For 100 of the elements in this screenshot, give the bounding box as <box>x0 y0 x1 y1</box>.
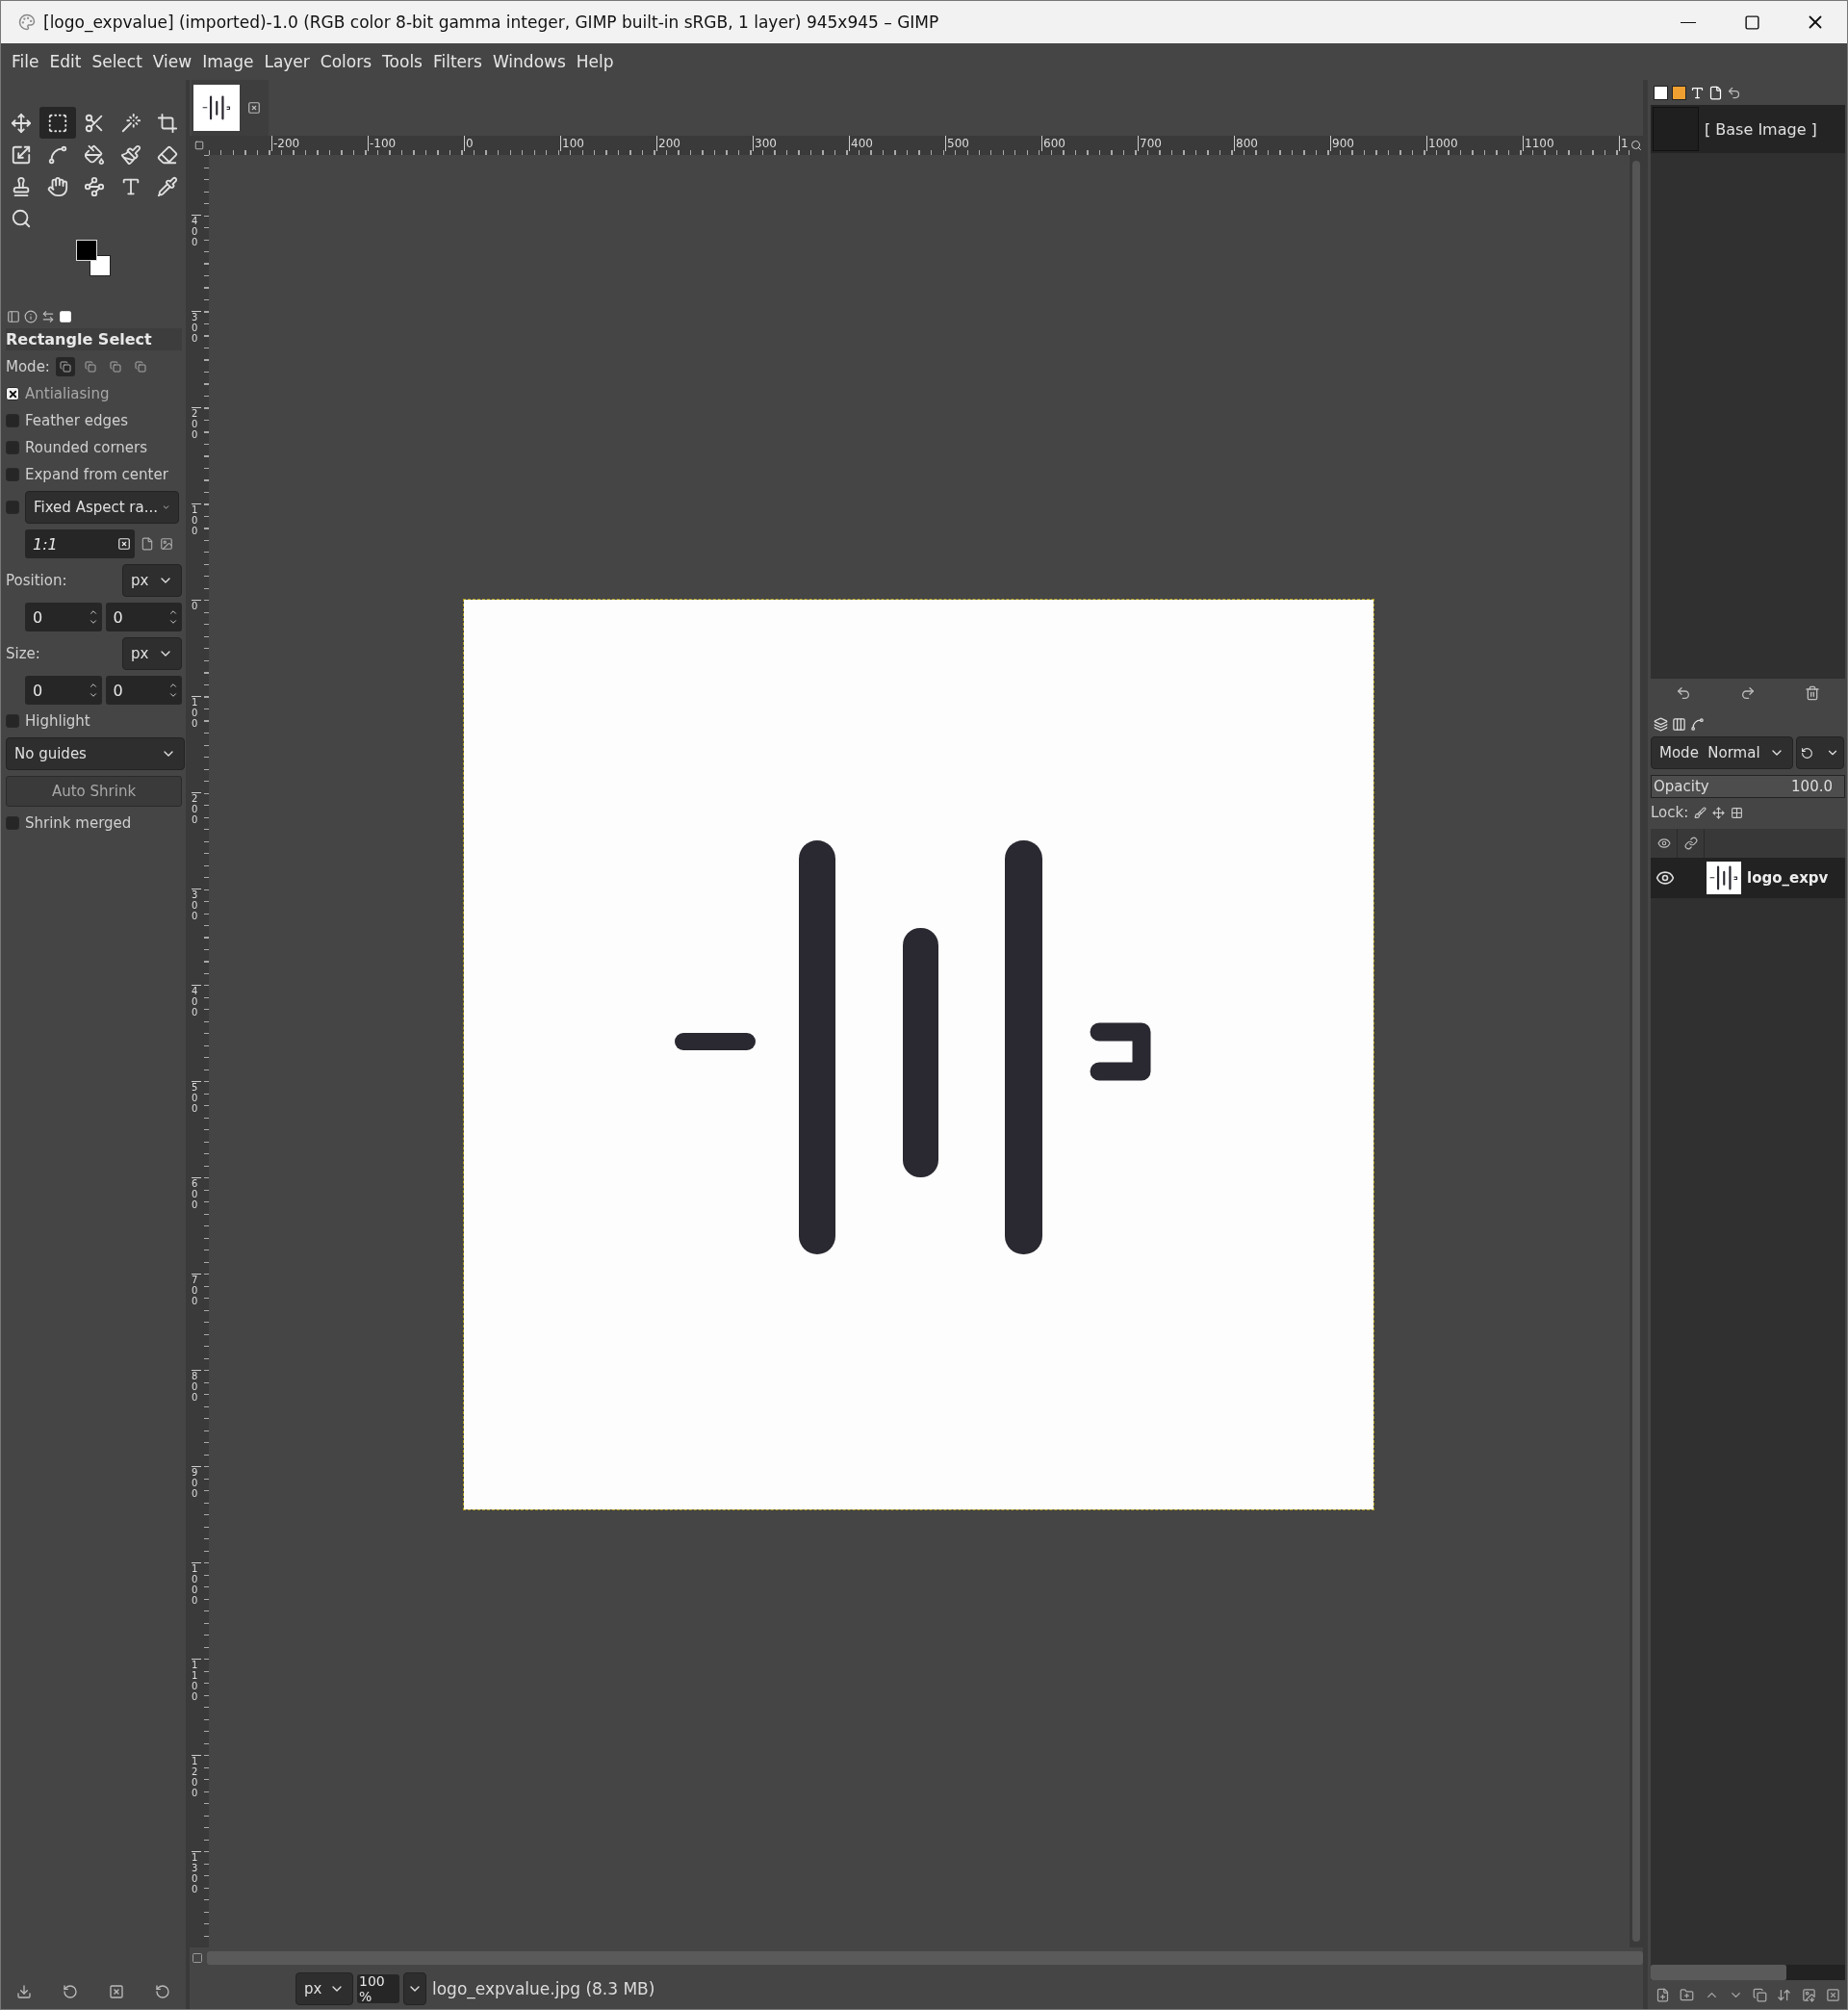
font-tab-icon <box>1690 85 1705 100</box>
lock-label: Lock: <box>1651 804 1689 821</box>
ruler-label: 400 <box>192 985 201 1018</box>
zoom-icon <box>11 207 32 229</box>
reset-icon <box>155 1984 170 1999</box>
composite-dropdown[interactable] <box>1796 736 1844 769</box>
option-label: Rounded corners <box>25 439 148 456</box>
unit-dropdown[interactable]: px <box>122 564 182 597</box>
checkbox[interactable] <box>6 441 19 454</box>
background-color-swatch[interactable] <box>90 255 111 276</box>
image-canvas[interactable] <box>464 600 1373 1509</box>
paths-tab-icon <box>1690 716 1705 732</box>
logo-thumbnail-icon <box>1709 865 1738 890</box>
mode-icon <box>59 361 71 373</box>
checkbox[interactable] <box>6 414 19 427</box>
layers-tab-icon <box>1654 716 1668 732</box>
image-tab[interactable] <box>192 80 269 136</box>
spin-down-icon <box>88 690 98 700</box>
quick-mask-icon <box>194 141 204 150</box>
unit-dropdown[interactable]: px <box>295 1972 353 2005</box>
number-field[interactable]: 0 <box>105 676 182 705</box>
menu-item[interactable]: File <box>7 52 44 71</box>
number-field[interactable]: 0 <box>25 603 102 631</box>
dock-scrollbar[interactable] <box>1651 1965 1787 1980</box>
paintbrush-icon <box>120 143 141 166</box>
info-icon <box>24 310 38 323</box>
menu-item[interactable]: Help <box>571 52 619 71</box>
menu-item[interactable]: View <box>147 52 197 71</box>
ruler-label: 300 <box>753 136 777 151</box>
path-nodes-icon <box>84 175 105 197</box>
undo-icon <box>1675 685 1691 701</box>
spin-down-icon <box>168 617 178 627</box>
undo-tab-icon <box>41 310 55 323</box>
ruler-label: 0 <box>464 136 474 151</box>
clear-icon <box>117 537 131 551</box>
ruler-label: 600 <box>1041 136 1065 151</box>
vertical-scrollbar[interactable] <box>1630 155 1643 1947</box>
ruler-label: 1000 <box>192 1562 201 1606</box>
horizontal-scrollbar[interactable] <box>207 1951 1643 1965</box>
menu-item[interactable]: Tools <box>377 52 427 71</box>
chain-icon <box>1683 837 1698 850</box>
ruler-label: 100 <box>192 503 201 536</box>
aspect-dropdown[interactable]: Fixed Aspect ra... <box>25 491 179 524</box>
menu-item[interactable]: Filters <box>427 52 487 71</box>
zoom-dropdown[interactable] <box>403 1972 426 2005</box>
menu-item[interactable]: Edit <box>44 52 87 71</box>
ruler-label: -200 <box>271 136 300 151</box>
ruler-label: 100 <box>560 136 584 151</box>
gradient-tab-icon[interactable] <box>1672 85 1686 100</box>
spin-up-icon <box>88 607 98 617</box>
paint-bucket-icon <box>84 143 105 166</box>
checkbox[interactable] <box>6 501 19 514</box>
opacity-slider[interactable]: Opacity 100.0 <box>1651 775 1845 798</box>
checkbox[interactable] <box>6 816 19 830</box>
restore-icon <box>63 1984 78 1999</box>
number-field[interactable]: 0 <box>105 603 182 631</box>
menu-item[interactable]: Select <box>87 52 147 71</box>
opacity-value: 100.0 <box>1791 778 1833 795</box>
brush-tab-icon[interactable] <box>1654 85 1668 100</box>
lock-position-icon <box>1712 806 1726 819</box>
layer-name: logo_expv <box>1747 869 1829 887</box>
checkbox[interactable] <box>6 468 19 481</box>
wand-icon <box>120 112 141 134</box>
mode-button[interactable] <box>55 357 75 376</box>
document-tab-icon <box>1708 85 1723 100</box>
window-title: [logo_expvalue] (imported)-1.0 (RGB color 8-bit gamma integer, GIMP built-in sRGB, 1 layer) 945x945 – GIMP <box>43 13 940 32</box>
save-icon <box>16 1984 32 1999</box>
ruler-label: 0 <box>192 600 201 611</box>
new-group-icon <box>1680 1987 1695 2002</box>
unit-dropdown[interactable]: px <box>122 637 182 670</box>
layer-mode-dropdown[interactable]: Mode Normal <box>1651 736 1793 769</box>
image-list-item[interactable]: [ Base Image ] <box>1651 105 1845 153</box>
mode-icon <box>109 361 121 373</box>
ratio-field[interactable]: 1:1 <box>25 529 135 558</box>
checkbox[interactable] <box>6 714 19 728</box>
option-label: Shrink merged <box>25 814 132 832</box>
ruler-label: 900 <box>192 1466 201 1499</box>
foreground-color-swatch[interactable] <box>76 240 97 261</box>
ruler-label: 300 <box>192 889 201 921</box>
field-label: Size: <box>6 645 40 662</box>
delete-icon <box>1825 1987 1840 2002</box>
auto-shrink-button[interactable]: Auto Shrink <box>6 776 182 807</box>
zoom-field[interactable]: 100 % <box>357 1974 399 2003</box>
guides-dropdown[interactable]: No guides <box>6 737 185 770</box>
spin-up-icon <box>168 681 178 690</box>
dashed-rectangle-icon <box>47 112 68 134</box>
ruler-label: 200 <box>192 407 201 440</box>
mode-icon <box>134 361 146 373</box>
layer-row[interactable]: logo_expv <box>1651 858 1845 898</box>
tool-button[interactable] <box>39 107 76 139</box>
checkbox[interactable] <box>6 387 19 400</box>
crop-icon <box>157 112 178 134</box>
menu-item[interactable]: Colors <box>315 52 377 71</box>
number-field[interactable]: 0 <box>25 676 102 705</box>
ruler-label: 1100 <box>1523 136 1554 151</box>
option-label: Antialiasing <box>25 385 110 402</box>
menu-item[interactable]: Windows <box>487 52 571 71</box>
maximize-icon <box>1743 13 1760 31</box>
menu-item[interactable]: Image <box>197 52 259 71</box>
menu-item[interactable]: Layer <box>259 52 315 71</box>
